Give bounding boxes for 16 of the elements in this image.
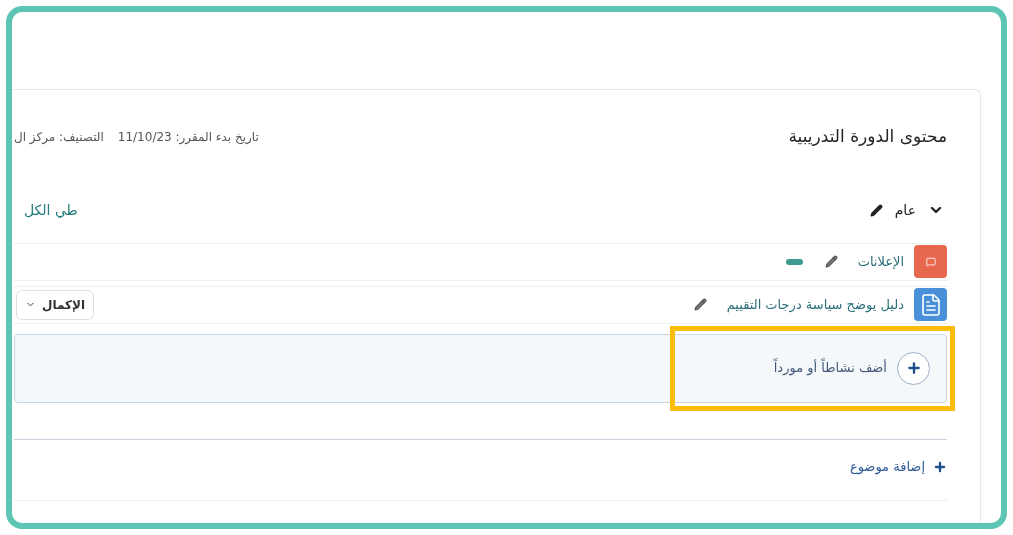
course-meta-text: التصنيف: مركز ال [14, 128, 104, 146]
completion-dropdown[interactable]: الإكمال [16, 289, 94, 320]
collapse-all-link[interactable]: طي الكل [14, 199, 78, 221]
section-title[interactable]: عام [894, 199, 916, 221]
edit-icon[interactable] [824, 255, 838, 268]
add-topic-link[interactable]: إضافة موضوع [849, 456, 947, 477]
plus-icon [933, 459, 947, 474]
edit-icon[interactable] [869, 203, 883, 217]
plus-icon [905, 360, 922, 376]
activity-link[interactable]: دليل يوضح سياسة درجات التقييم [726, 294, 904, 315]
course-content-title: محتوى الدورة التدريبية [788, 125, 947, 148]
course-meta-text: تاريخ بدء المقرر: 11/10/23 [117, 128, 259, 146]
edit-icon[interactable] [693, 298, 707, 311]
add-activity-button[interactable]: أضف نشاطاً أو مورداً [773, 351, 946, 385]
speech-bubble-icon [925, 256, 936, 267]
activity-link[interactable]: الإعلانات [857, 251, 904, 272]
